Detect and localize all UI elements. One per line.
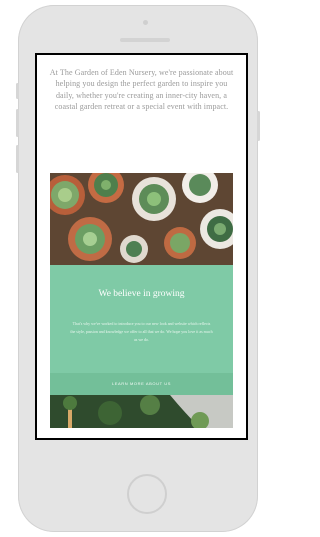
phone-mute-switch	[16, 83, 19, 99]
belief-heading: We believe in growing	[98, 289, 185, 299]
gardening-illustration	[50, 395, 233, 428]
phone-volume-up-button	[16, 109, 19, 137]
succulents-photo	[50, 173, 233, 265]
phone-screen: At The Garden of Eden Nursery, we're pas…	[35, 53, 248, 440]
belief-panel: We believe in growing That's why we've w…	[50, 265, 233, 395]
camera-icon	[143, 20, 148, 25]
gardening-photo	[50, 395, 233, 428]
web-page: At The Garden of Eden Nursery, we're pas…	[37, 55, 246, 438]
speaker-grille	[120, 38, 170, 42]
home-button[interactable]	[127, 474, 167, 514]
belief-body-text: That's why we've worked to introduce you…	[70, 321, 213, 342]
intro-text: At The Garden of Eden Nursery, we're pas…	[49, 68, 234, 111]
succulents-illustration	[50, 173, 233, 265]
phone-volume-down-button	[16, 145, 19, 173]
learn-more-button[interactable]: LEARN MORE ABOUT US	[50, 373, 233, 395]
hero-section: We believe in growing That's why we've w…	[50, 173, 233, 428]
phone-power-button	[257, 111, 260, 141]
